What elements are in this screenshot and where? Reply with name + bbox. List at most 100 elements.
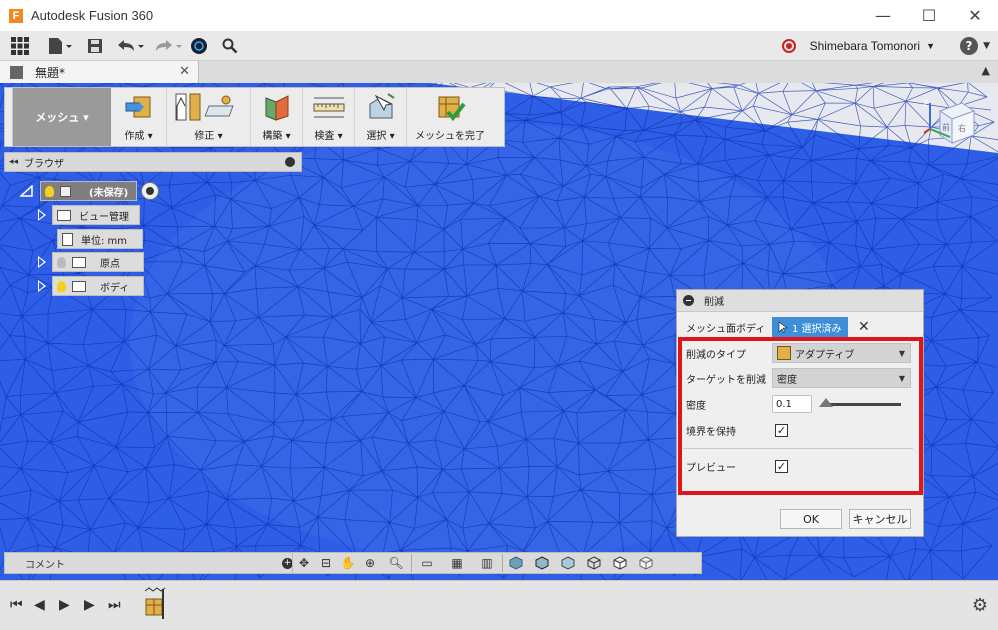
close-window-button[interactable]: ✕ [952,0,998,31]
browser-item-origin[interactable]: 原点 [38,252,144,272]
expand-arrow-icon[interactable] [38,209,46,221]
expand-root-icon[interactable] [20,185,34,197]
origin-label: 原点 [100,258,120,270]
create-menu[interactable]: 作成 ▾ [111,88,167,146]
construct-icon [260,92,294,122]
folder-icon [72,256,86,268]
minimize-browser-icon[interactable] [285,157,295,167]
finish-mesh-label: メッシュを完了 [415,131,485,142]
expand-arrow-icon[interactable] [38,280,46,292]
visibility-bulb-icon[interactable] [57,280,66,292]
wireframe-hidden-icon[interactable] [607,552,633,574]
title-bar: F Autodesk Fusion 360 — ☐ ✕ [0,0,998,31]
dialog-title: 削減 [704,297,724,308]
shaded-view-icon[interactable] [503,552,529,574]
visible-edges-icon[interactable] [633,552,659,574]
view-management-node[interactable]: ビュー管理 [52,205,140,225]
data-panel-button[interactable] [0,31,40,61]
navigation-bar: ✥ ⊟ ✋ ⊕ 🔍︎ ▭ ▦ ▥ [292,552,702,574]
search-button[interactable] [212,31,248,61]
shaded-edges-icon[interactable] [529,552,555,574]
workspace-switcher[interactable]: メッシュ ▾ [13,88,111,146]
component-icon [60,185,71,197]
zoom-icon[interactable]: ⊕ [359,552,381,574]
activate-component-icon[interactable] [141,182,160,200]
finish-mesh-icon [433,92,467,122]
search-icon [222,38,238,53]
record-icon[interactable] [782,39,796,53]
document-tab-bar: 無題* ✕ ▲ [0,61,998,83]
go-to-end-icon[interactable]: ⏭ [108,597,121,613]
browser-root-row[interactable]: (未保存) [20,181,160,201]
play-icon[interactable]: ▶ [59,597,70,613]
chevron-up-icon[interactable]: ▲ [982,64,990,77]
browser-root-node[interactable]: (未保存) [40,181,138,201]
clear-selection-icon[interactable]: ✕ [858,319,870,335]
timeline: ⏮ ◀ ▶ ▶ ⏭ ⚙ [0,580,998,630]
browser-item-units[interactable]: 単位: mm [57,229,143,249]
file-icon [49,37,72,54]
ribbon-handle[interactable] [5,88,13,146]
selection-button[interactable]: 1 選択済み [772,317,848,337]
ok-button[interactable]: OK [780,509,842,529]
comments-panel[interactable]: コメント + [4,552,299,574]
front-face-label[interactable]: 前 [942,122,950,132]
look-at-icon[interactable]: ⊟ [315,552,337,574]
finish-mesh-button[interactable]: メッシュを完了 [407,88,493,146]
file-menu-button[interactable] [40,31,80,61]
shaded-hidden-icon[interactable] [555,552,581,574]
grid-settings-icon[interactable]: ▦ [442,552,472,574]
timeline-settings-gear-icon[interactable]: ⚙ [972,595,988,616]
wireframe-icon[interactable] [581,552,607,574]
display-settings-icon[interactable]: ▭ [412,552,442,574]
go-to-start-icon[interactable]: ⏮ [10,597,23,613]
timeline-mesh-feature[interactable] [143,587,167,623]
redo-button[interactable] [150,31,186,61]
expand-arrow-icon[interactable] [38,256,46,268]
browser-title: ブラウザ [24,158,65,170]
step-back-icon[interactable]: ◀ [34,597,45,613]
job-status-button[interactable] [186,31,212,61]
units-node[interactable]: 単位: mm [57,229,143,249]
viewports-icon[interactable]: ▥ [472,552,502,574]
select-menu[interactable]: 選択 ▾ [355,88,407,146]
orbit-icon[interactable]: ✥ [293,552,315,574]
bodies-label: ボディ [100,282,130,294]
view-cube[interactable]: Z 前 右 [922,97,976,159]
dialog-header[interactable]: 削減 [677,290,923,312]
browser-item-view-management[interactable]: ビュー管理 [38,205,140,225]
construct-menu[interactable]: 構築 ▾ [251,88,303,146]
modify-menu[interactable]: 修正 ▾ [167,88,251,146]
browser-panel-header[interactable]: ◂◂ ブラウザ [4,152,302,172]
undo-button[interactable] [110,31,150,61]
cancel-button[interactable]: キャンセル [849,509,911,529]
right-face-label[interactable]: 右 [958,123,966,133]
close-tab-icon[interactable]: ✕ [179,64,190,79]
save-button[interactable] [80,31,110,61]
step-forward-icon[interactable]: ▶ [84,597,95,613]
fit-icon[interactable]: 🔍︎ [381,552,411,574]
window-controls: — ☐ ✕ [860,0,998,31]
document-name: 無題* [35,65,66,80]
collapse-dialog-icon[interactable] [683,295,694,306]
document-tab[interactable]: 無題* ✕ [0,61,199,83]
bodies-node[interactable]: ボディ [52,276,144,296]
application-toolbar: Shimebara Tomonori ▼ ? ▼ [0,31,998,61]
maximize-button[interactable]: ☐ [906,0,952,31]
collapse-browser-icon[interactable]: ◂◂ [9,157,18,167]
pan-hand-icon[interactable]: ✋ [337,552,359,574]
inspect-menu[interactable]: 検査 ▾ [303,88,355,146]
help-icon[interactable]: ? [960,37,978,55]
user-account-menu[interactable]: Shimebara Tomonori ▼ [810,31,935,61]
mesh-body-row: メッシュ面ボディ 1 選択済み ✕ [677,316,925,338]
visibility-bulb-icon[interactable] [45,185,54,197]
help-chevron-icon[interactable]: ▼ [983,41,990,51]
browser-item-bodies[interactable]: ボディ [38,276,144,296]
minimize-button[interactable]: — [860,0,906,31]
root-label: (未保存) [89,187,129,199]
origin-node[interactable]: 原点 [52,252,144,272]
folder-icon [72,280,86,292]
comments-label: コメント [25,559,65,571]
visibility-bulb-icon[interactable] [57,256,66,268]
grid-icon [11,36,29,55]
